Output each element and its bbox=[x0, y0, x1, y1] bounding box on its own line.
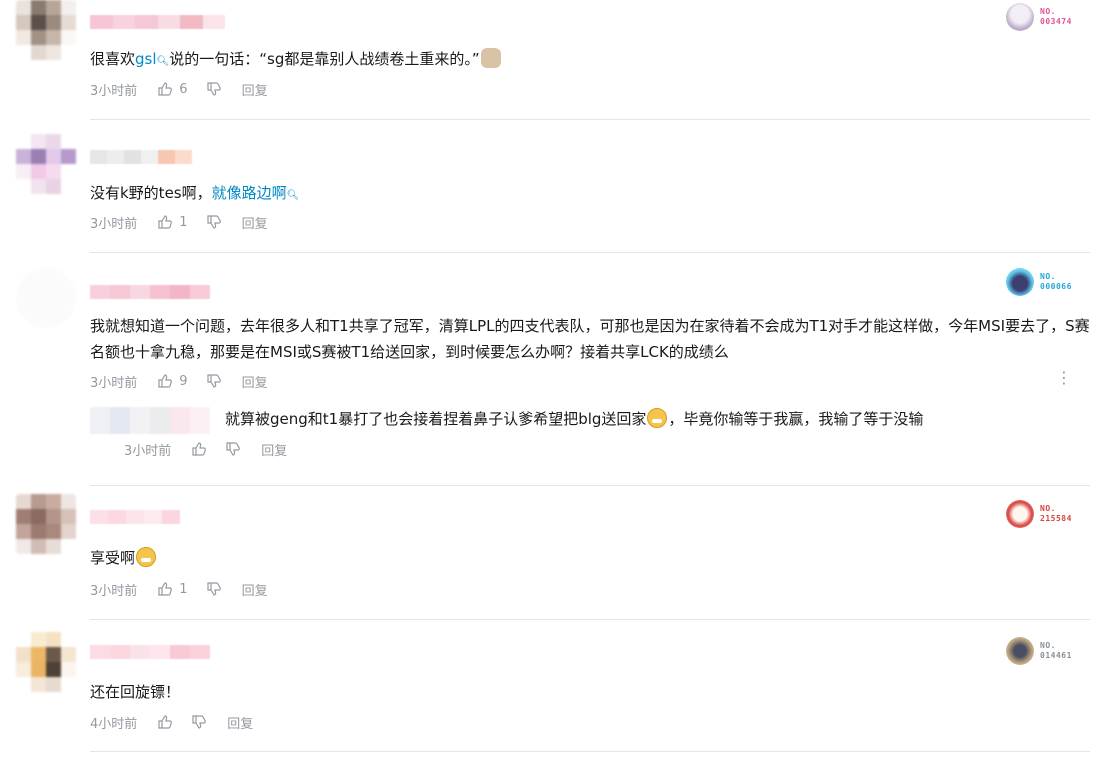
dislike-button[interactable] bbox=[191, 714, 207, 730]
search-icon: 🔍︎ bbox=[286, 190, 300, 201]
thumbs-up-icon bbox=[192, 442, 207, 456]
thumbs-down-icon bbox=[206, 374, 221, 388]
username[interactable] bbox=[90, 150, 192, 164]
fan-badge-icon bbox=[1006, 3, 1034, 31]
reply-button[interactable]: 回复 bbox=[261, 440, 287, 459]
like-button[interactable] bbox=[191, 441, 207, 457]
comment-meta: 3小时前 6 回复 bbox=[90, 80, 268, 99]
username[interactable] bbox=[90, 15, 225, 29]
dislike-button[interactable] bbox=[225, 441, 241, 457]
thumbs-down-icon bbox=[206, 82, 221, 96]
fan-badge-number: NO. 000066 bbox=[1040, 272, 1072, 291]
avatar[interactable] bbox=[16, 632, 76, 692]
thumbs-down-icon bbox=[192, 715, 207, 729]
divider bbox=[90, 485, 1090, 486]
fan-badge-icon bbox=[1006, 268, 1034, 296]
username[interactable] bbox=[90, 510, 180, 524]
like-button[interactable]: 6 bbox=[157, 81, 188, 97]
reply-button[interactable]: 回复 bbox=[242, 372, 268, 391]
fan-badge-icon bbox=[1006, 500, 1034, 528]
thumbs-down-icon bbox=[226, 442, 241, 456]
dislike-button[interactable] bbox=[206, 214, 222, 230]
timestamp: 4小时前 bbox=[90, 716, 138, 732]
reply-button[interactable]: 回复 bbox=[242, 580, 268, 599]
search-icon: 🔍︎ bbox=[156, 56, 170, 67]
grin-emoji-icon bbox=[136, 547, 157, 567]
comment-text: 很喜欢gsl🔍︎说的一句话：“sg都是靠别人战绩卷土重来的。” bbox=[90, 46, 502, 75]
reply-button[interactable]: 回复 bbox=[242, 80, 268, 99]
comment-meta: 4小时前 回复 bbox=[90, 713, 253, 732]
avatar[interactable] bbox=[16, 0, 76, 60]
thumbs-up-icon bbox=[158, 374, 173, 388]
comment-text: 没有k野的tes啊，就像路边啊🔍︎ bbox=[90, 184, 300, 202]
search-link[interactable]: gsl🔍︎ bbox=[135, 50, 169, 68]
like-count: 9 bbox=[179, 373, 188, 389]
fan-badge-number: NO. 014461 bbox=[1040, 641, 1072, 660]
thumbs-down-icon bbox=[206, 215, 221, 229]
like-count: 1 bbox=[179, 581, 188, 597]
timestamp: 3小时前 bbox=[90, 583, 138, 599]
comment-meta: 3小时前 1 回复 bbox=[90, 213, 268, 232]
timestamp: 3小时前 bbox=[124, 443, 172, 459]
more-options-icon[interactable]: ⋮ bbox=[1056, 368, 1072, 387]
reply-text: 就算被geng和t1暴打了也会接着捏着鼻子认爹希望把blg送回家 ，毕竟你输等于我… bbox=[225, 408, 924, 428]
fan-badge-number: NO. 215584 bbox=[1040, 504, 1072, 523]
fan-badge: NO. 000066 bbox=[1006, 268, 1072, 296]
like-count: 6 bbox=[179, 81, 188, 97]
comment-text: 我就想知道一个问题，去年很多人和T1共享了冠军，清算LPL的四支代表队，可那也是… bbox=[90, 317, 1090, 361]
dislike-button[interactable] bbox=[206, 373, 222, 389]
reply-user-info[interactable] bbox=[90, 407, 210, 434]
thumbs-down-icon bbox=[206, 582, 221, 596]
like-button[interactable] bbox=[157, 714, 173, 730]
fan-badge-icon bbox=[1006, 637, 1034, 665]
fan-badge: NO. 003474 bbox=[1006, 3, 1072, 31]
avatar[interactable] bbox=[16, 134, 76, 194]
thumbs-up-icon bbox=[158, 582, 173, 596]
like-count: 1 bbox=[179, 214, 188, 230]
avatar[interactable] bbox=[16, 494, 76, 554]
like-button[interactable]: 1 bbox=[157, 581, 188, 597]
fan-badge-number: NO. 003474 bbox=[1040, 7, 1072, 26]
divider bbox=[90, 751, 1090, 752]
divider bbox=[90, 619, 1090, 620]
comment-meta: 3小时前 9 回复 bbox=[90, 372, 268, 391]
comment-text: 享受啊 bbox=[90, 545, 157, 571]
thumbs-up-icon bbox=[158, 215, 173, 229]
comment-meta: 3小时前 1 回复 bbox=[90, 580, 268, 599]
dog-emoji-icon bbox=[480, 48, 501, 68]
reply-meta: 3小时前 回复 bbox=[124, 440, 287, 459]
username[interactable] bbox=[90, 285, 210, 299]
thumbs-up-icon bbox=[158, 82, 173, 96]
timestamp: 3小时前 bbox=[90, 375, 138, 391]
reply-button[interactable]: 回复 bbox=[242, 213, 268, 232]
like-button[interactable]: 9 bbox=[157, 373, 188, 389]
timestamp: 3小时前 bbox=[90, 216, 138, 232]
comment-text: 还在回旋镖！ bbox=[90, 683, 181, 701]
reply-button[interactable]: 回复 bbox=[227, 713, 253, 732]
search-link[interactable]: 就像路边啊🔍︎ bbox=[212, 184, 300, 202]
username[interactable] bbox=[90, 645, 210, 659]
dislike-button[interactable] bbox=[206, 81, 222, 97]
avatar[interactable] bbox=[16, 268, 76, 328]
fan-badge: NO. 014461 bbox=[1006, 637, 1072, 665]
grin-emoji-icon bbox=[647, 408, 668, 428]
thumbs-up-icon bbox=[158, 715, 173, 729]
divider bbox=[90, 119, 1090, 120]
timestamp: 3小时前 bbox=[90, 83, 138, 99]
fan-badge: NO. 215584 bbox=[1006, 500, 1072, 528]
divider bbox=[90, 252, 1090, 253]
like-button[interactable]: 1 bbox=[157, 214, 188, 230]
dislike-button[interactable] bbox=[206, 581, 222, 597]
